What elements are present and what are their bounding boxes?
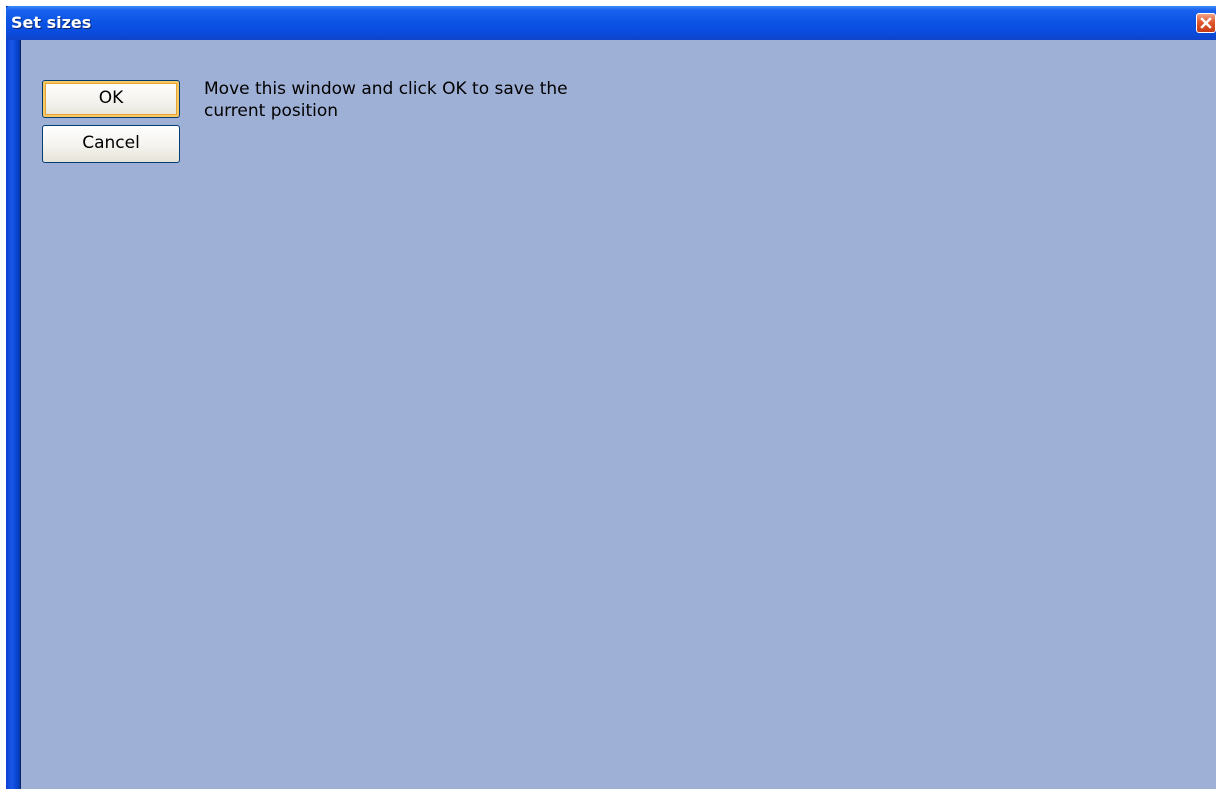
window-frame-left xyxy=(6,40,20,789)
dialog-client-area: OK Cancel Move this window and click OK … xyxy=(20,40,1216,789)
dialog-window[interactable]: Set sizes OK Cancel Move this window and… xyxy=(6,6,1216,789)
close-icon xyxy=(1200,17,1212,29)
cancel-button[interactable]: Cancel xyxy=(42,125,180,163)
ok-button[interactable]: OK xyxy=(42,80,180,118)
title-bar[interactable]: Set sizes xyxy=(6,6,1216,40)
instruction-text: Move this window and click OK to save th… xyxy=(204,79,568,121)
close-button[interactable] xyxy=(1196,13,1216,33)
window-title: Set sizes xyxy=(11,13,92,32)
